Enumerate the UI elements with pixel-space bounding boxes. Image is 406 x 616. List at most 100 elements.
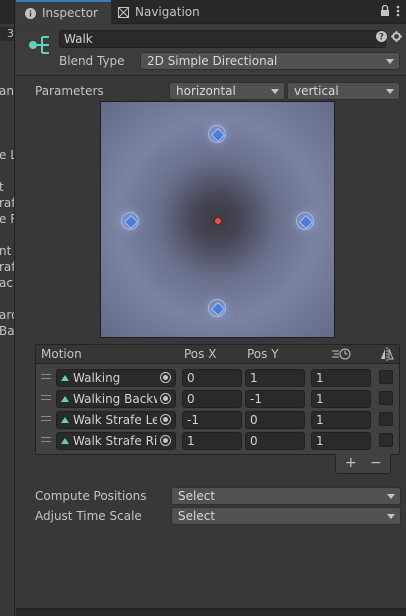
motion-row: Walking Backw 0 -1 1 xyxy=(36,388,399,409)
mirror-checkbox[interactable] xyxy=(379,370,393,384)
chevron-down-icon xyxy=(387,494,395,499)
remove-motion-button[interactable]: − xyxy=(370,455,382,471)
chevron-down-icon xyxy=(271,89,279,94)
motion-clip-field[interactable]: Walking xyxy=(56,369,176,387)
target-icon xyxy=(160,393,171,404)
target-icon xyxy=(160,414,171,425)
animation-clip-icon xyxy=(61,375,69,381)
lock-icon[interactable] xyxy=(380,4,390,20)
pos-x-field[interactable]: 1 xyxy=(182,432,242,450)
navigation-icon xyxy=(118,6,129,18)
hierarchy-count: 3 xyxy=(0,27,14,41)
tab-bar: Inspector Navigation xyxy=(16,0,406,24)
pos-y-field[interactable]: 0 xyxy=(245,411,305,429)
motion-row: Walk Strafe Lef -1 0 1 xyxy=(36,409,399,430)
header-divider xyxy=(16,75,406,76)
motion-row: Walking 0 1 1 xyxy=(36,367,399,388)
speed-column-icon xyxy=(332,348,352,363)
state-name-field[interactable]: Walk xyxy=(59,30,386,48)
hierarchy-item[interactable]: Ba xyxy=(0,324,14,338)
header-icons: ? xyxy=(376,31,402,45)
x-parameter-value: horizontal xyxy=(176,84,236,98)
speed-field[interactable]: 1 xyxy=(311,432,371,450)
list-footer: + − xyxy=(335,454,391,474)
motion-clip-name: Walk Strafe Rig xyxy=(73,434,165,448)
x-parameter-dropdown[interactable]: horizontal xyxy=(169,82,285,100)
adjust-time-scale-label: Adjust Time Scale xyxy=(35,509,142,523)
add-motion-button[interactable]: + xyxy=(345,455,357,471)
pos-y-field[interactable]: -1 xyxy=(245,390,305,408)
hierarchy-item[interactable]: nt xyxy=(0,244,11,258)
tab-inspector-label: Inspector xyxy=(42,6,98,20)
pos-x-field[interactable]: 0 xyxy=(182,369,242,387)
animation-clip-icon xyxy=(61,438,69,444)
hierarchy-item[interactable]: and xyxy=(0,84,14,98)
object-picker-button[interactable] xyxy=(157,433,175,449)
drag-handle-icon[interactable] xyxy=(41,395,51,400)
motion-clip-field[interactable]: Walk Strafe Rig xyxy=(56,432,176,450)
motion-list: Motion Pos X Pos Y Walking 0 1 1 Walking… xyxy=(35,344,400,455)
speed-field[interactable]: 1 xyxy=(311,411,371,429)
blend-type-dropdown[interactable]: 2D Simple Directional xyxy=(140,52,400,70)
hierarchy-item[interactable]: raf xyxy=(0,260,14,274)
hierarchy-item[interactable]: t xyxy=(0,180,4,194)
motion-node-walking[interactable] xyxy=(208,125,226,143)
motion-clip-name: Walking xyxy=(73,371,121,385)
drag-handle-icon[interactable] xyxy=(41,416,51,421)
chevron-down-icon xyxy=(387,514,395,519)
motion-node-strafe-right[interactable] xyxy=(296,212,314,230)
compute-positions-label: Compute Positions xyxy=(35,489,147,503)
motion-column-header: Motion xyxy=(41,347,82,361)
motion-clip-field[interactable]: Walk Strafe Lef xyxy=(56,411,176,429)
hierarchy-item[interactable]: ack xyxy=(0,276,14,290)
hierarchy-item[interactable]: rafe xyxy=(0,196,14,210)
mirror-checkbox[interactable] xyxy=(379,412,393,426)
animation-clip-icon xyxy=(61,417,69,423)
object-picker-button[interactable] xyxy=(157,391,175,407)
hierarchy-item[interactable]: e L xyxy=(0,148,14,162)
drag-handle-icon[interactable] xyxy=(41,437,51,442)
motion-clip-field[interactable]: Walking Backw xyxy=(56,390,176,408)
tab-navigation[interactable]: Navigation xyxy=(117,0,200,24)
compute-positions-value: Select xyxy=(178,489,216,503)
mirror-checkbox[interactable] xyxy=(379,433,393,447)
hierarchy-item[interactable]: ard xyxy=(0,308,14,322)
motion-node-walking-backward[interactable] xyxy=(208,299,226,317)
adjust-time-scale-dropdown[interactable]: Select xyxy=(171,507,401,525)
info-icon xyxy=(25,7,36,19)
more-options-icon[interactable] xyxy=(396,5,400,20)
mirror-checkbox[interactable] xyxy=(379,391,393,405)
blend-tree-icon xyxy=(24,31,52,59)
object-picker-button[interactable] xyxy=(157,412,175,428)
motion-row: Walk Strafe Rig 1 0 1 xyxy=(36,430,399,451)
motion-clip-name: Walking Backw xyxy=(73,392,164,406)
pos-x-field[interactable]: 0 xyxy=(182,390,242,408)
motion-node-strafe-left[interactable] xyxy=(121,212,139,230)
hierarchy-panel-clipped: 3 and e L t rafe e R nt raf ack ard Ba xyxy=(0,0,15,616)
settings-icon[interactable] xyxy=(391,31,402,45)
pos-x-column-header: Pos X xyxy=(184,347,217,361)
hierarchy-item[interactable]: e R xyxy=(0,212,14,226)
blend-position-marker[interactable] xyxy=(214,217,222,225)
target-icon xyxy=(160,372,171,383)
parameters-label: Parameters xyxy=(35,84,104,98)
compute-positions-dropdown[interactable]: Select xyxy=(171,487,401,505)
inspector-header: Walk ? Blend Type 2D Simple Directional xyxy=(16,25,406,75)
blend-tree-graph[interactable] xyxy=(100,101,335,338)
adjust-time-scale-value: Select xyxy=(178,509,216,523)
hierarchy-tab-bar xyxy=(0,0,14,24)
object-picker-button[interactable] xyxy=(157,370,175,386)
motion-clip-name: Walk Strafe Lef xyxy=(73,413,164,427)
tab-inspector[interactable]: Inspector xyxy=(16,0,111,24)
speed-field[interactable]: 1 xyxy=(311,369,371,387)
help-icon[interactable]: ? xyxy=(376,31,387,45)
svg-text:?: ? xyxy=(379,33,384,42)
speed-field[interactable]: 1 xyxy=(311,390,371,408)
pos-x-field[interactable]: -1 xyxy=(182,411,242,429)
drag-handle-icon[interactable] xyxy=(41,374,51,379)
mirror-column-icon xyxy=(380,347,394,364)
motion-list-header: Motion Pos X Pos Y xyxy=(36,345,399,364)
pos-y-field[interactable]: 0 xyxy=(245,432,305,450)
pos-y-field[interactable]: 1 xyxy=(245,369,305,387)
y-parameter-dropdown[interactable]: vertical xyxy=(287,82,400,100)
